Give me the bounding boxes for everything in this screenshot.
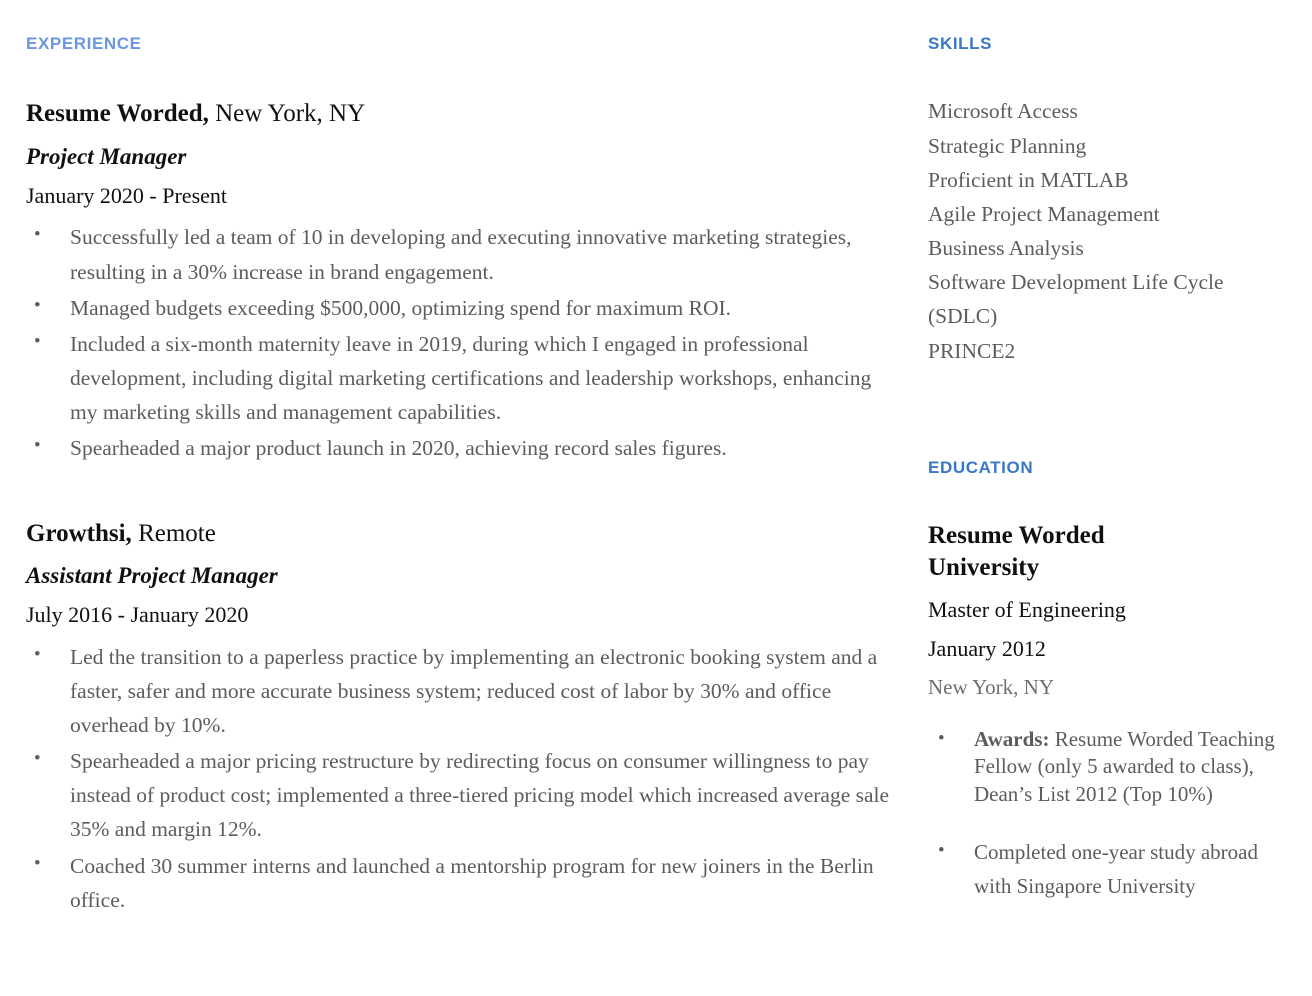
- job-bullet-list: Successfully led a team of 10 in develop…: [26, 220, 900, 465]
- company-location: New York, NY: [208, 100, 366, 128]
- job-bullet: Successfully led a team of 10 in develop…: [26, 220, 900, 288]
- sidebar-column: SKILLS Microsoft Access Strategic Planni…: [900, 0, 1312, 903]
- company-location: Remote: [131, 519, 216, 547]
- company-name: Growthsi,: [26, 519, 132, 547]
- section-heading-education: EDUCATION: [928, 457, 1034, 477]
- job-bullet: Managed budgets exceeding $500,000, opti…: [26, 291, 900, 325]
- job-dates: July 2016 - January 2020: [26, 601, 249, 627]
- education-bullet-lead: Awards:: [974, 726, 1050, 751]
- skill-item: Microsoft Access: [928, 99, 1078, 124]
- education-school: Resume Worded University: [928, 522, 1105, 582]
- education-location: New York, NY: [928, 675, 1055, 700]
- skill-item: Business Analysis: [928, 236, 1084, 261]
- skill-item: Strategic Planning: [928, 133, 1087, 158]
- job-bullet: Included a six-month maternity leave in …: [26, 327, 900, 430]
- skill-item: PRINCE2: [928, 338, 1016, 363]
- job-bullet: Spearheaded a major pricing restructure …: [26, 744, 900, 847]
- job-title: Assistant Project Manager: [26, 563, 278, 589]
- company-name: Resume Worded,: [26, 100, 209, 128]
- education-date: January 2012: [928, 635, 1046, 661]
- resume-document: EXPERIENCE Resume Worded, New York, NY P…: [0, 0, 1312, 996]
- job-bullet: Coached 30 summer interns and launched a…: [26, 849, 900, 917]
- education-section: EDUCATION Resume Worded University Maste…: [928, 368, 1288, 903]
- experience-entry: Resume Worded, New York, NY Project Mana…: [26, 54, 900, 465]
- entry-company-line: Resume Worded, New York, NY: [26, 98, 900, 130]
- experience-entry: Growthsi, Remote Assistant Project Manag…: [26, 466, 900, 917]
- entry-company-line: Growthsi, Remote: [26, 518, 900, 550]
- education-bullet: Awards: Resume Worded Teaching Fellow (o…: [928, 726, 1288, 809]
- education-bullet-list: Awards: Resume Worded Teaching Fellow (o…: [928, 726, 1288, 903]
- education-bullet: Completed one-year study abroad with Sin…: [928, 835, 1288, 903]
- section-heading-experience: EXPERIENCE: [26, 34, 142, 53]
- education-bullet-text: Completed one-year study abroad with Sin…: [974, 839, 1258, 898]
- job-bullet-list: Led the transition to a paperless practi…: [26, 640, 900, 917]
- main-column: EXPERIENCE Resume Worded, New York, NY P…: [0, 0, 900, 917]
- section-heading-skills: SKILLS: [928, 34, 993, 53]
- skill-item: Software Development Life Cycle (SDLC): [928, 270, 1224, 329]
- job-bullet: Led the transition to a paperless practi…: [26, 640, 900, 743]
- job-title: Project Manager: [26, 143, 187, 169]
- skill-item: Agile Project Management: [928, 201, 1160, 226]
- education-degree: Master of Engineering: [928, 597, 1126, 623]
- job-dates: January 2020 - Present: [26, 182, 228, 208]
- job-bullet: Spearheaded a major product launch in 20…: [26, 431, 900, 465]
- skills-list: Microsoft Access Strategic Planning Prof…: [928, 94, 1288, 367]
- skill-item: Proficient in MATLAB: [928, 167, 1129, 192]
